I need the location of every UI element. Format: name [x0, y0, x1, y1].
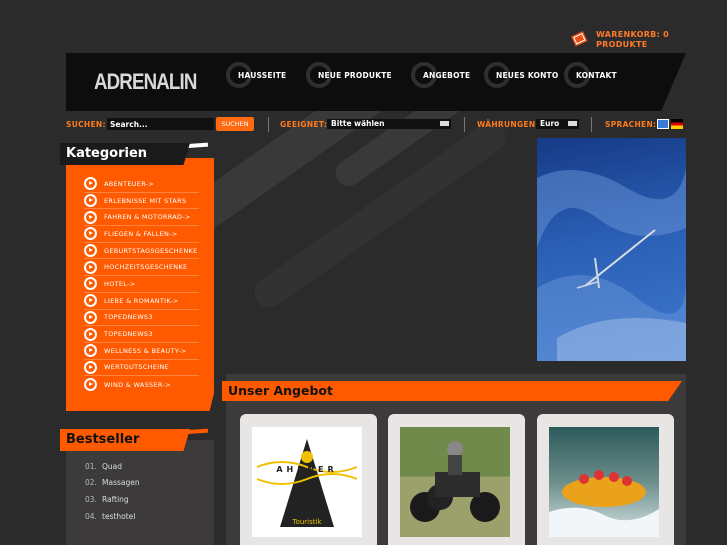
play-icon [84, 210, 97, 224]
chevron-down-icon [440, 121, 449, 126]
play-icon [84, 227, 97, 241]
suitable-label: GEEIGNET: [280, 120, 328, 129]
play-icon [84, 310, 97, 324]
nav-item-offers[interactable]: ANGEBOTE [411, 53, 484, 98]
bestseller-list: 01. Quad 02. Massagen 03. Rafting 04. testho… [85, 458, 140, 524]
list-item[interactable]: WELLNESS & BEAUTY-> [84, 343, 199, 360]
language-flag-icon[interactable] [657, 119, 669, 129]
shopping-cart[interactable]: WARENKORB: 0 PRODUKTE [570, 30, 669, 50]
product-image: AHRNER Touristik [252, 427, 362, 537]
rafting-photo [549, 427, 659, 537]
toolbar: SUCHEN: SUCHEN GEEIGNET: Bitte wählen WÄ… [66, 117, 686, 132]
play-icon [84, 360, 97, 374]
play-icon [84, 260, 97, 274]
cart-label: PRODUKTE [596, 40, 648, 49]
divider [464, 117, 465, 132]
list-item[interactable]: WIND & WASSER-> [84, 376, 199, 393]
list-item[interactable]: 01. Quad [85, 458, 140, 475]
nav-item-home[interactable]: HAUSSEITE [226, 53, 306, 98]
list-item[interactable]: 02. Massagen [85, 475, 140, 492]
list-item[interactable]: FAHREN & MOTORRAD-> [84, 209, 199, 227]
chevron-down-icon [568, 121, 577, 126]
list-item[interactable]: LIEBE & ROMANTIK-> [84, 293, 199, 310]
search-label: SUCHEN: [66, 120, 106, 129]
quad-photo [400, 427, 510, 537]
list-item[interactable]: FLIEGEN & FALLEN-> [84, 226, 199, 243]
play-icon [84, 344, 97, 358]
play-icon [84, 194, 97, 208]
nav-item-new-products[interactable]: NEUE PRODUKTE [306, 53, 411, 98]
play-icon [84, 327, 97, 341]
german-flag-icon[interactable] [671, 119, 683, 129]
nav-item-contact[interactable]: KONTAKT [564, 53, 644, 98]
list-item[interactable]: WERTGUTSCHEINE [84, 360, 199, 377]
list-item[interactable]: GEBURTSTAGSGESCHENKE [84, 243, 199, 260]
divider [268, 117, 269, 132]
list-item[interactable]: TOPEDNEWS3 [84, 326, 199, 343]
list-item[interactable]: 03. Rafting [85, 491, 140, 508]
header-bar: ADRENALIN HAUSSEITE NEUE PRODUKTE ANGEBO… [66, 53, 686, 111]
category-list: ABENTEUER-> ERLEBNISSE MIT STARS FAHREN … [84, 176, 199, 393]
play-icon [84, 294, 97, 308]
currency-select[interactable]: Euro [536, 119, 579, 129]
site-logo[interactable]: ADRENALIN [94, 69, 197, 95]
play-icon [84, 378, 97, 392]
divider [591, 117, 592, 132]
list-item[interactable]: TOPEDNEWS3 [84, 310, 199, 327]
product-card[interactable] [537, 414, 674, 545]
list-item[interactable]: 04. testhotel [85, 508, 140, 525]
cart-count: WARENKORB: 0 [596, 30, 670, 39]
list-item[interactable]: ERLEBNISSE MIT STARS [84, 193, 199, 210]
product-logo-text: AHRNER [276, 465, 338, 474]
hero-image[interactable] [537, 138, 686, 361]
bestseller-heading: Bestseller [60, 428, 210, 451]
list-item[interactable]: HOTEL-> [84, 276, 199, 293]
nav-item-new-account[interactable]: NEUES KONTO [484, 53, 564, 98]
categories-heading: Kategorien [60, 142, 210, 165]
list-item[interactable]: HOCHZEITSGESCHENKE [84, 259, 199, 277]
play-icon [84, 177, 97, 191]
search-button[interactable]: SUCHEN [216, 117, 254, 131]
play-icon [84, 244, 97, 258]
cart-icon [570, 30, 590, 48]
play-icon [84, 277, 97, 291]
product-card[interactable]: AHRNER Touristik [240, 414, 377, 545]
search-input[interactable] [107, 118, 214, 130]
suitable-select[interactable]: Bitte wählen [327, 119, 451, 129]
main-navigation: HAUSSEITE NEUE PRODUKTE ANGEBOTE NEUES K… [226, 53, 644, 98]
language-label: SPRACHEN: [605, 120, 657, 129]
product-logo-subtext: Touristik [292, 518, 322, 526]
product-card[interactable] [388, 414, 525, 545]
currency-label: WÄHRUNGEN: [477, 120, 539, 129]
offer-heading: Unser Angebot [222, 381, 682, 401]
list-item[interactable]: ABENTEUER-> [84, 176, 199, 193]
